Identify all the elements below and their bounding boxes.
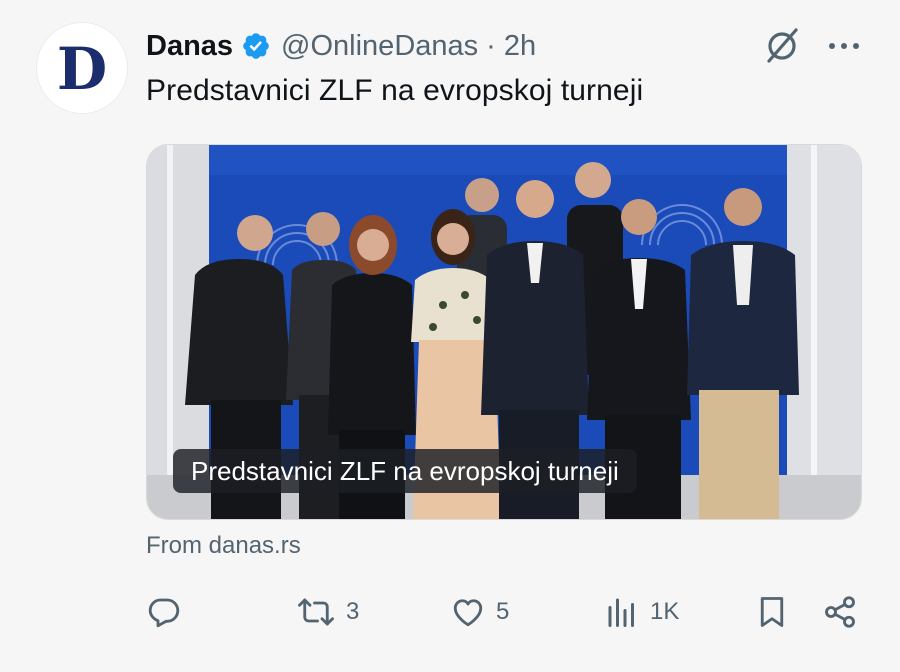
bookmark-button[interactable] bbox=[754, 590, 790, 634]
grok-slash-icon[interactable] bbox=[762, 26, 802, 66]
views-count: 1K bbox=[650, 598, 680, 625]
bookmark-icon bbox=[760, 597, 784, 627]
tweet-media-image[interactable]: Predstavnici ZLF na evropskoj turneji bbox=[146, 144, 862, 520]
views-icon bbox=[608, 598, 634, 627]
reply-button[interactable] bbox=[146, 590, 192, 634]
display-name[interactable]: Danas bbox=[146, 30, 233, 63]
tweet-text: Predstavnici ZLF na evropskoj turneji bbox=[146, 74, 644, 107]
share-icon bbox=[825, 596, 855, 628]
share-button[interactable] bbox=[822, 590, 858, 634]
verified-badge-icon bbox=[243, 33, 269, 59]
link-source[interactable]: From danas.rs bbox=[146, 532, 301, 560]
like-button[interactable]: 5 bbox=[450, 590, 509, 634]
avatar-logo-letter: D bbox=[56, 35, 108, 103]
separator-dot: · bbox=[486, 29, 496, 62]
like-count: 5 bbox=[496, 598, 510, 625]
retweet-button[interactable]: 3 bbox=[296, 590, 359, 634]
tweet-actions-bar: 3 5 1K bbox=[146, 590, 866, 634]
retweet-icon bbox=[298, 598, 334, 626]
retweet-count: 3 bbox=[346, 598, 360, 625]
timestamp[interactable]: 2h bbox=[504, 30, 536, 63]
media-caption: Predstavnici ZLF na evropskoj turneji bbox=[173, 449, 637, 493]
more-options-icon[interactable] bbox=[824, 30, 864, 62]
views-button[interactable]: 1K bbox=[604, 590, 679, 634]
reply-icon bbox=[148, 598, 180, 628]
like-icon bbox=[453, 599, 483, 627]
tweet-card[interactable]: D Danas @OnlineDanas · 2h Predstavnici Z… bbox=[0, 0, 900, 672]
tweet-header: Danas @OnlineDanas · 2h bbox=[146, 26, 536, 66]
avatar[interactable]: D bbox=[36, 22, 128, 114]
user-handle[interactable]: @OnlineDanas bbox=[281, 30, 478, 63]
